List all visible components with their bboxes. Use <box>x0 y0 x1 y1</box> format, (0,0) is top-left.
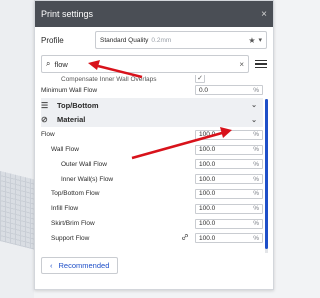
recommended-button[interactable]: ‹ Recommended <box>41 257 119 274</box>
profile-value: Standard Quality <box>100 36 149 44</box>
setting-label: Compensate Inner Wall Overlaps <box>61 76 157 83</box>
settings-menu-icon[interactable] <box>255 60 267 68</box>
search-row: ⌕ flow × <box>35 53 273 75</box>
setting-value: 100.0 <box>199 205 216 213</box>
panel-title: Print settings <box>41 9 94 19</box>
profile-label: Profile <box>41 35 64 45</box>
setting-field[interactable]: 100.0 % <box>195 129 263 140</box>
setting-unit: % <box>253 160 259 168</box>
setting-label: Top/Bottom Flow <box>51 190 100 198</box>
setting-row-outer-wall-flow[interactable]: Outer Wall Flow 100.0 % <box>41 157 263 172</box>
setting-row-infill-flow[interactable]: Infill Flow 100.0 % <box>41 201 263 216</box>
section-label: Material <box>57 115 86 125</box>
setting-value: 0.0 <box>199 86 209 94</box>
setting-row-wall-flow[interactable]: Wall Flow 100.0 % <box>41 142 263 157</box>
setting-unit: % <box>253 205 259 213</box>
chevron-down-icon[interactable]: ⌄ <box>251 116 257 124</box>
setting-value: 100.0 <box>199 190 216 198</box>
setting-row-compensate-inner-wall[interactable]: Compensate Inner Wall Overlaps ✓ <box>41 75 263 83</box>
scrollbar-thumb[interactable] <box>265 99 268 249</box>
material-icon: ⊘ <box>41 115 48 125</box>
section-material[interactable]: ⊘ Material ⌄ <box>41 112 263 128</box>
setting-row-skirt-brim-flow[interactable]: Skirt/Brim Flow 100.0 % <box>41 216 263 231</box>
setting-field[interactable]: 100.0 % <box>195 218 263 229</box>
profile-dropdown[interactable]: Standard Quality 0.2mm ★ ▾ <box>95 31 267 49</box>
setting-row-inner-wall-flow[interactable]: Inner Wall(s) Flow 100.0 % <box>41 172 263 187</box>
setting-field[interactable]: 100.0 % <box>195 174 263 185</box>
recommended-label: Recommended <box>58 261 110 270</box>
top-bottom-icon: ☰ <box>41 100 49 110</box>
setting-label: Outer Wall Flow <box>61 160 107 168</box>
setting-label: Inner Wall(s) Flow <box>61 175 114 183</box>
panel-footer: ‹ Recommended <box>41 257 119 274</box>
setting-unit: % <box>253 86 259 94</box>
setting-field[interactable]: 0.0 % <box>195 85 263 96</box>
setting-value: 100.0 <box>199 146 216 154</box>
setting-label: Wall Flow <box>51 146 79 154</box>
setting-row-top-bottom-flow[interactable]: Top/Bottom Flow 100.0 % <box>41 187 263 202</box>
setting-field[interactable]: 100.0 % <box>195 159 263 170</box>
setting-field[interactable]: 100.0 % <box>195 203 263 214</box>
setting-unit: % <box>253 234 259 242</box>
section-top-bottom[interactable]: ☰ Top/Bottom ⌄ <box>41 97 263 113</box>
chevron-down-icon[interactable]: ⌄ <box>251 101 257 109</box>
setting-label: Minimum Wall Flow <box>41 86 98 94</box>
chevron-down-icon[interactable]: ▾ <box>258 36 262 44</box>
chevron-left-icon: ‹ <box>50 261 53 270</box>
clear-search-icon[interactable]: × <box>239 60 244 69</box>
close-icon[interactable]: × <box>261 9 267 20</box>
profile-row: Profile Standard Quality 0.2mm ★ ▾ <box>35 27 273 53</box>
setting-field[interactable]: 100.0 % <box>195 188 263 199</box>
settings-list[interactable]: Compensate Inner Wall Overlaps ✓ Minimum… <box>41 75 263 253</box>
section-label: Top/Bottom <box>57 100 99 110</box>
search-icon: ⌕ <box>46 59 51 68</box>
setting-unit: % <box>253 190 259 198</box>
setting-value: 100.0 <box>199 160 216 168</box>
setting-unit: % <box>253 175 259 183</box>
profile-subvalue: 0.2mm <box>151 36 172 44</box>
setting-unit: % <box>253 146 259 154</box>
setting-row-support-flow[interactable]: Support Flow 100.0 % <box>41 231 263 246</box>
setting-value: 100.0 <box>199 220 216 228</box>
setting-label: Flow <box>41 131 55 139</box>
setting-value: 100.0 <box>199 234 216 242</box>
setting-checkbox[interactable]: ✓ <box>195 75 205 83</box>
setting-value: 100.0 <box>199 175 216 183</box>
panel-header: Print settings × <box>35 1 273 27</box>
link-icon <box>181 233 189 243</box>
setting-unit: % <box>253 131 259 139</box>
search-value[interactable]: flow <box>54 60 235 69</box>
setting-label: Support Flow <box>51 234 90 242</box>
print-settings-panel: Print settings × Profile Standard Qualit… <box>34 0 274 290</box>
setting-unit: % <box>253 220 259 228</box>
setting-label: Infill Flow <box>51 205 79 213</box>
star-icon[interactable]: ★ <box>248 36 255 45</box>
setting-row-min-wall-flow[interactable]: Minimum Wall Flow 0.0 % <box>41 83 263 98</box>
setting-field[interactable]: 100.0 % <box>195 233 263 244</box>
3d-viewport[interactable] <box>0 0 40 298</box>
settings-scrollbar[interactable] <box>265 99 268 253</box>
setting-value: 100.0 <box>199 131 216 139</box>
setting-row-flow[interactable]: Flow 100.0 % <box>41 127 263 142</box>
settings-search-input[interactable]: ⌕ flow × <box>41 55 249 73</box>
setting-field[interactable]: 100.0 % <box>195 144 263 155</box>
setting-label: Skirt/Brim Flow <box>51 220 95 228</box>
